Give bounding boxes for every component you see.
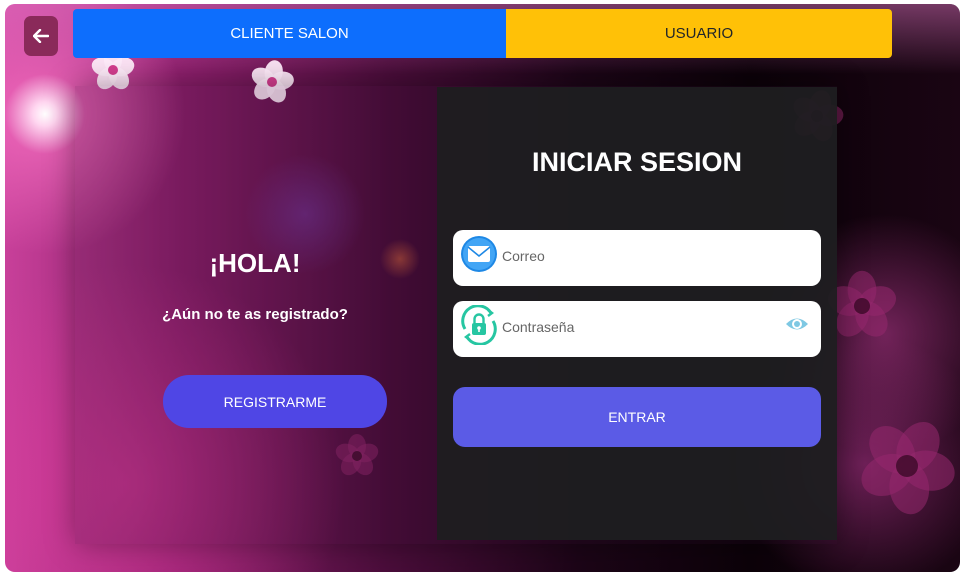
arrow-left-icon xyxy=(33,29,49,43)
login-panel: INICIAR SESION ENTRAR xyxy=(437,87,837,540)
login-title: INICIAR SESION xyxy=(531,147,743,177)
tab-usuario[interactable]: USUARIO xyxy=(506,9,892,58)
envelope-icon xyxy=(461,236,497,272)
eye-icon[interactable] xyxy=(785,313,809,335)
email-field xyxy=(453,230,821,286)
flower-decoration xyxy=(824,270,900,343)
register-prompt: ¿Aún no te as registrado? xyxy=(162,306,348,323)
password-input[interactable] xyxy=(502,313,772,341)
welcome-panel: ¡HOLA! ¿Aún no te as registrado? REGISTR… xyxy=(75,88,437,538)
register-button[interactable]: REGISTRARME xyxy=(163,375,387,428)
password-field xyxy=(453,301,821,357)
lock-icon xyxy=(461,305,497,345)
tab-cliente-salon[interactable]: CLIENTE SALON xyxy=(73,9,506,58)
submit-button[interactable]: ENTRAR xyxy=(453,387,821,447)
email-input[interactable] xyxy=(502,242,772,270)
flower-decoration xyxy=(854,414,959,517)
welcome-title: ¡HOLA! xyxy=(209,248,301,278)
back-button[interactable] xyxy=(24,16,58,56)
